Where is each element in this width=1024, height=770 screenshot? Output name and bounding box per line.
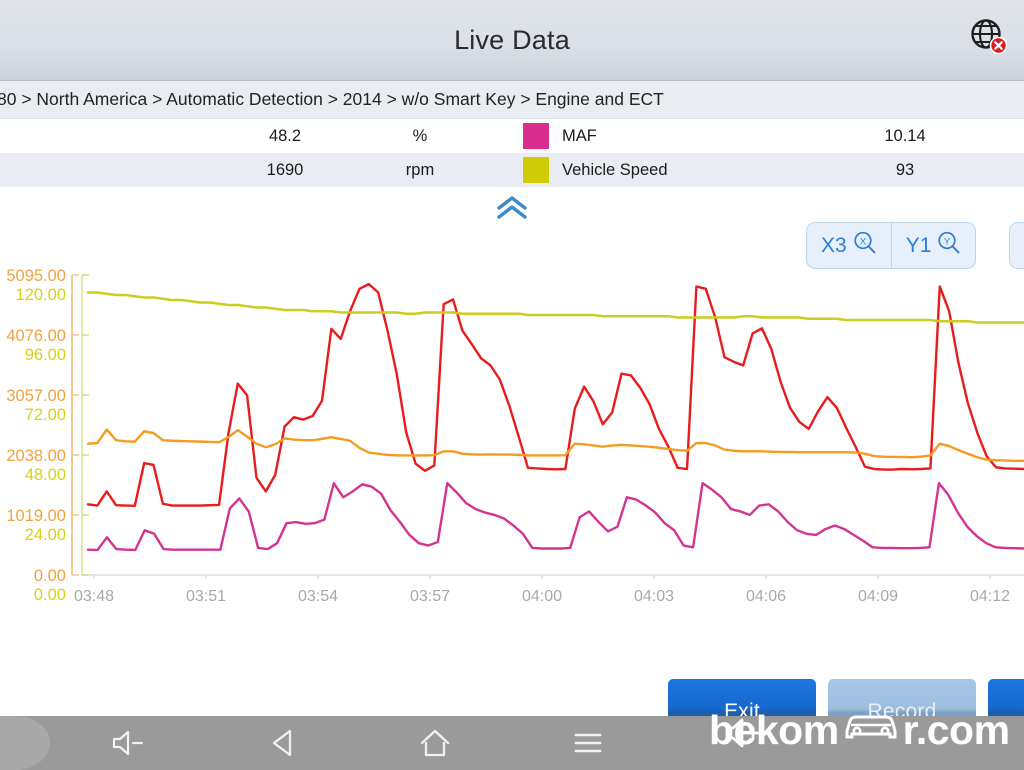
pid-left-value: 48.2 (268, 126, 302, 145)
svg-text:03:48: 03:48 (74, 588, 114, 605)
page-title: Live Data (454, 25, 570, 55)
breadcrumb-text: 80 > North America > Automatic Detection… (0, 89, 664, 109)
pid-left-value: 1690 (266, 160, 304, 179)
pid-right-name: Vehicle Speed (562, 160, 668, 179)
table-row[interactable]: oad 48.2 % MAF 10.14 (0, 119, 1024, 153)
action-bar: Exit Record (0, 674, 1024, 744)
pid-right-value: 93 (895, 160, 915, 179)
nav-edge-blob (0, 716, 50, 770)
svg-text:24.00: 24.00 (25, 526, 66, 544)
svg-text:96.00: 96.00 (25, 346, 66, 364)
svg-text:03:54: 03:54 (298, 588, 338, 605)
svg-text:04:00: 04:00 (522, 588, 562, 605)
x-zoom-button[interactable]: X3 X (807, 223, 891, 268)
extra-zoom-button[interactable] (1009, 222, 1024, 269)
magnifier-y-icon: Y (936, 230, 962, 262)
svg-text:4076.00: 4076.00 (6, 327, 66, 345)
svg-text:X: X (860, 236, 867, 247)
pid-left-unit: rpm (405, 160, 435, 179)
home-icon[interactable] (395, 716, 475, 770)
svg-text:0.00: 0.00 (34, 567, 66, 585)
pid-left-unit: % (412, 126, 428, 145)
svg-text:3057.00: 3057.00 (6, 387, 66, 405)
android-nav-bar (0, 716, 1024, 770)
svg-text:2038.00: 2038.00 (6, 447, 66, 465)
svg-text:1019.00: 1019.00 (6, 507, 66, 525)
svg-text:48.00: 48.00 (25, 466, 66, 484)
pid-right-name: MAF (562, 126, 597, 145)
pid-table: oad 48.2 % MAF 10.14 ed 1690 rpm Vehicle… (0, 119, 1024, 187)
series-color-swatch-vehicle-speed (523, 157, 549, 183)
svg-text:5095.00: 5095.00 (6, 267, 66, 285)
globe-disconnected-icon[interactable] (960, 8, 1016, 64)
pid-left-name: ed (0, 161, 208, 180)
pid-left-name: oad (0, 127, 208, 146)
speaker-plus-icon (723, 716, 767, 755)
y-zoom-button[interactable]: Y1 Y (890, 223, 976, 268)
pid-right-value: 10.14 (884, 126, 926, 145)
svg-text:72.00: 72.00 (25, 406, 66, 424)
svg-text:04:12: 04:12 (970, 588, 1010, 605)
svg-text:04:06: 04:06 (746, 588, 786, 605)
y-zoom-label: Y1 (905, 233, 932, 257)
chart-svg: 5095.00120.00 4076.0096.00 3057.0072.00 203… (6, 267, 1024, 605)
svg-text:0.00: 0.00 (34, 586, 66, 604)
svg-text:03:57: 03:57 (410, 588, 450, 605)
chart-plot-area[interactable]: 5095.00 120.00 4076.00 96.00 3057.00 72.00 203… (0, 265, 1024, 635)
zoom-controls: X3 X Y1 Y (806, 222, 977, 269)
back-triangle-icon[interactable] (243, 716, 323, 770)
title-bar: Live Data (0, 0, 1024, 81)
menu-hamburger-icon[interactable] (548, 716, 628, 770)
svg-text:120.00: 120.00 (16, 286, 66, 304)
series-color-swatch-maf (523, 123, 549, 149)
magnifier-x-icon: X (852, 230, 878, 262)
svg-text:03:51: 03:51 (186, 588, 226, 605)
svg-text:Y: Y (944, 236, 951, 247)
x-zoom-label: X3 (821, 233, 847, 257)
breadcrumb[interactable]: 80 > North America > Automatic Detection… (0, 81, 1024, 119)
svg-text:04:03: 04:03 (634, 588, 674, 605)
chart-panel: X3 X Y1 Y 5095.00 120.00 4076.00 96.00 3… (0, 187, 1024, 674)
svg-text:04:09: 04:09 (858, 588, 898, 605)
volume-down-icon[interactable] (90, 716, 170, 770)
live-data-screen: Live Data 80 > North America > Automatic… (0, 0, 1024, 770)
table-row[interactable]: ed 1690 rpm Vehicle Speed 93 (0, 153, 1024, 187)
chevron-double-up-icon[interactable] (489, 193, 535, 223)
